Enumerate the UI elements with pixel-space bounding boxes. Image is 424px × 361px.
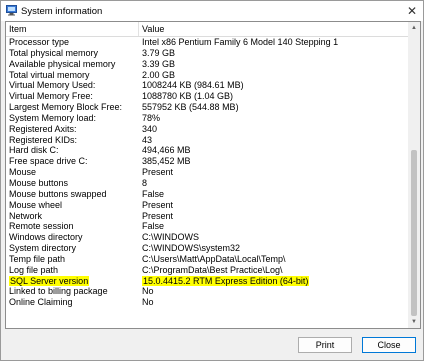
list-item-label: Largest Memory Block Free: <box>9 102 123 113</box>
list-item[interactable]: Network Present <box>6 211 408 222</box>
list-item[interactable]: Online Claiming No <box>6 297 408 308</box>
list-item[interactable]: Processor type Intel x86 Pentium Family 6… <box>6 37 408 48</box>
system-info-list[interactable]: Item Value Processor type Intel x86 Penti… <box>5 21 421 329</box>
list-item-value: C:\WINDOWS <box>142 232 199 243</box>
list-item-label: Linked to billing package <box>9 286 108 297</box>
list-item-value: False <box>142 188 165 199</box>
list-item[interactable]: Hard disk C: 494,466 MB <box>6 145 408 156</box>
list-item[interactable]: Largest Memory Block Free: 557952 KB (544… <box>6 102 408 113</box>
window-close-button[interactable]: ✕ <box>401 1 423 21</box>
list-item-label: Log file path <box>9 264 59 275</box>
title-bar: System information ✕ <box>1 1 423 21</box>
list-item-value: 557952 KB (544.88 MB) <box>142 102 239 113</box>
list-item-value: 2.00 GB <box>142 69 176 80</box>
list-item-value: 78% <box>142 112 161 123</box>
list-item-label: Online Claiming <box>9 297 73 308</box>
list-item[interactable]: Available physical memory 3.39 GB <box>6 59 408 70</box>
list-item-label: Network <box>9 210 43 221</box>
list-item-value: 385,452 MB <box>142 156 191 167</box>
list-item-label: Virtual Memory Used: <box>9 80 96 91</box>
list-item[interactable]: Temp file path C:\Users\Matt\AppData\Loca… <box>6 254 408 265</box>
list-item[interactable]: Total physical memory 3.79 GB <box>6 48 408 59</box>
list-item-value: 340 <box>142 123 158 134</box>
close-button[interactable]: Close <box>362 337 416 353</box>
list-item[interactable]: Mouse buttons swapped False <box>6 189 408 200</box>
list-item-value: C:\Users\Matt\AppData\Local\Temp\ <box>142 253 286 264</box>
system-information-window: System information ✕ Item Value Processo… <box>0 0 424 361</box>
list-item[interactable]: System Memory load: 78% <box>6 113 408 124</box>
computer-info-icon <box>6 5 17 16</box>
list-item-value: Present <box>142 167 174 178</box>
list-item[interactable]: Virtual Memory Free: 1088780 KB (1.04 GB) <box>6 91 408 102</box>
list-item-label: Mouse buttons <box>9 177 69 188</box>
list-item-value: 3.79 GB <box>142 47 176 58</box>
list-item-label: Total virtual memory <box>9 69 90 80</box>
list-item[interactable]: System directory C:\WINDOWS\system32 <box>6 243 408 254</box>
scroll-up-arrow-icon[interactable]: ▲ <box>408 22 420 34</box>
list-item[interactable]: Mouse buttons 8 <box>6 178 408 189</box>
list-item-label: Total physical memory <box>9 47 99 58</box>
list-item-value: 494,466 MB <box>142 145 191 156</box>
list-header: Item Value <box>6 22 408 37</box>
column-header-value[interactable]: Value <box>139 22 408 36</box>
print-button[interactable]: Print <box>298 337 352 353</box>
list-item-value: C:\WINDOWS\system32 <box>142 243 241 254</box>
list-item-label: Registered KIDs: <box>9 134 78 145</box>
list-item-label: Temp file path <box>9 253 66 264</box>
list-item-label: Hard disk C: <box>9 145 59 156</box>
list-item-label: System Memory load: <box>9 112 97 123</box>
list-item-label: SQL Server version <box>9 275 90 287</box>
list-item-label: Mouse wheel <box>9 199 63 210</box>
list-item-label: Processor type <box>9 37 70 47</box>
list-item[interactable]: Windows directory C:\WINDOWS <box>6 232 408 243</box>
list-item-label: Registered Axits: <box>9 123 77 134</box>
list-item-value: 43 <box>142 134 153 145</box>
list-item[interactable]: Virtual Memory Used: 1008244 KB (984.61 M… <box>6 80 408 91</box>
list-item-value: 1088780 KB (1.04 GB) <box>142 91 234 102</box>
list-item[interactable]: Mouse Present <box>6 167 408 178</box>
list-item-label: Virtual Memory Free: <box>9 91 93 102</box>
list-item-value: 15.0.4415.2 RTM Express Edition (64-bit) <box>142 275 310 287</box>
list-item[interactable]: Free space drive C: 385,452 MB <box>6 156 408 167</box>
list-item-value: No <box>142 297 154 308</box>
list-item[interactable]: Linked to billing package No <box>6 286 408 297</box>
list-item-value: False <box>142 221 165 232</box>
vertical-scrollbar[interactable]: ▲ ▼ <box>408 22 420 328</box>
list-item-value: Intel x86 Pentium Family 6 Model 140 Ste… <box>142 37 339 47</box>
list-item-value: Present <box>142 210 174 221</box>
list-item-label: Free space drive C: <box>9 156 88 167</box>
column-header-item[interactable]: Item <box>6 22 139 36</box>
list-item-value: 1008244 KB (984.61 MB) <box>142 80 244 91</box>
scroll-down-arrow-icon[interactable]: ▼ <box>408 316 420 328</box>
list-item-label: Available physical memory <box>9 58 116 69</box>
list-item[interactable]: Registered KIDs: 43 <box>6 135 408 146</box>
window-title: System information <box>21 6 103 17</box>
scrollbar-thumb[interactable] <box>411 150 417 316</box>
list-item-label: Remote session <box>9 221 74 232</box>
list-item-value: No <box>142 286 154 297</box>
list-item-value: 3.39 GB <box>142 58 176 69</box>
list-item[interactable]: Mouse wheel Present <box>6 200 408 211</box>
list-item[interactable]: SQL Server version 15.0.4415.2 RTM Expres… <box>6 275 408 287</box>
list-rows: Processor type Intel x86 Pentium Family 6… <box>6 37 408 308</box>
list-item[interactable]: Registered Axits: 340 <box>6 124 408 135</box>
list-item[interactable]: Total virtual memory 2.00 GB <box>6 70 408 81</box>
list-item-value: Present <box>142 199 174 210</box>
list-item-value: C:\ProgramData\Best Practice\Log\ <box>142 264 283 275</box>
list-item-value: 8 <box>142 177 148 188</box>
list-item-label: Mouse <box>9 167 37 178</box>
list-item[interactable]: Log file path C:\ProgramData\Best Practic… <box>6 265 408 276</box>
list-item-label: Mouse buttons swapped <box>9 188 107 199</box>
list-item[interactable]: Remote session False <box>6 221 408 232</box>
list-item-label: Windows directory <box>9 232 83 243</box>
list-item-label: System directory <box>9 243 77 254</box>
